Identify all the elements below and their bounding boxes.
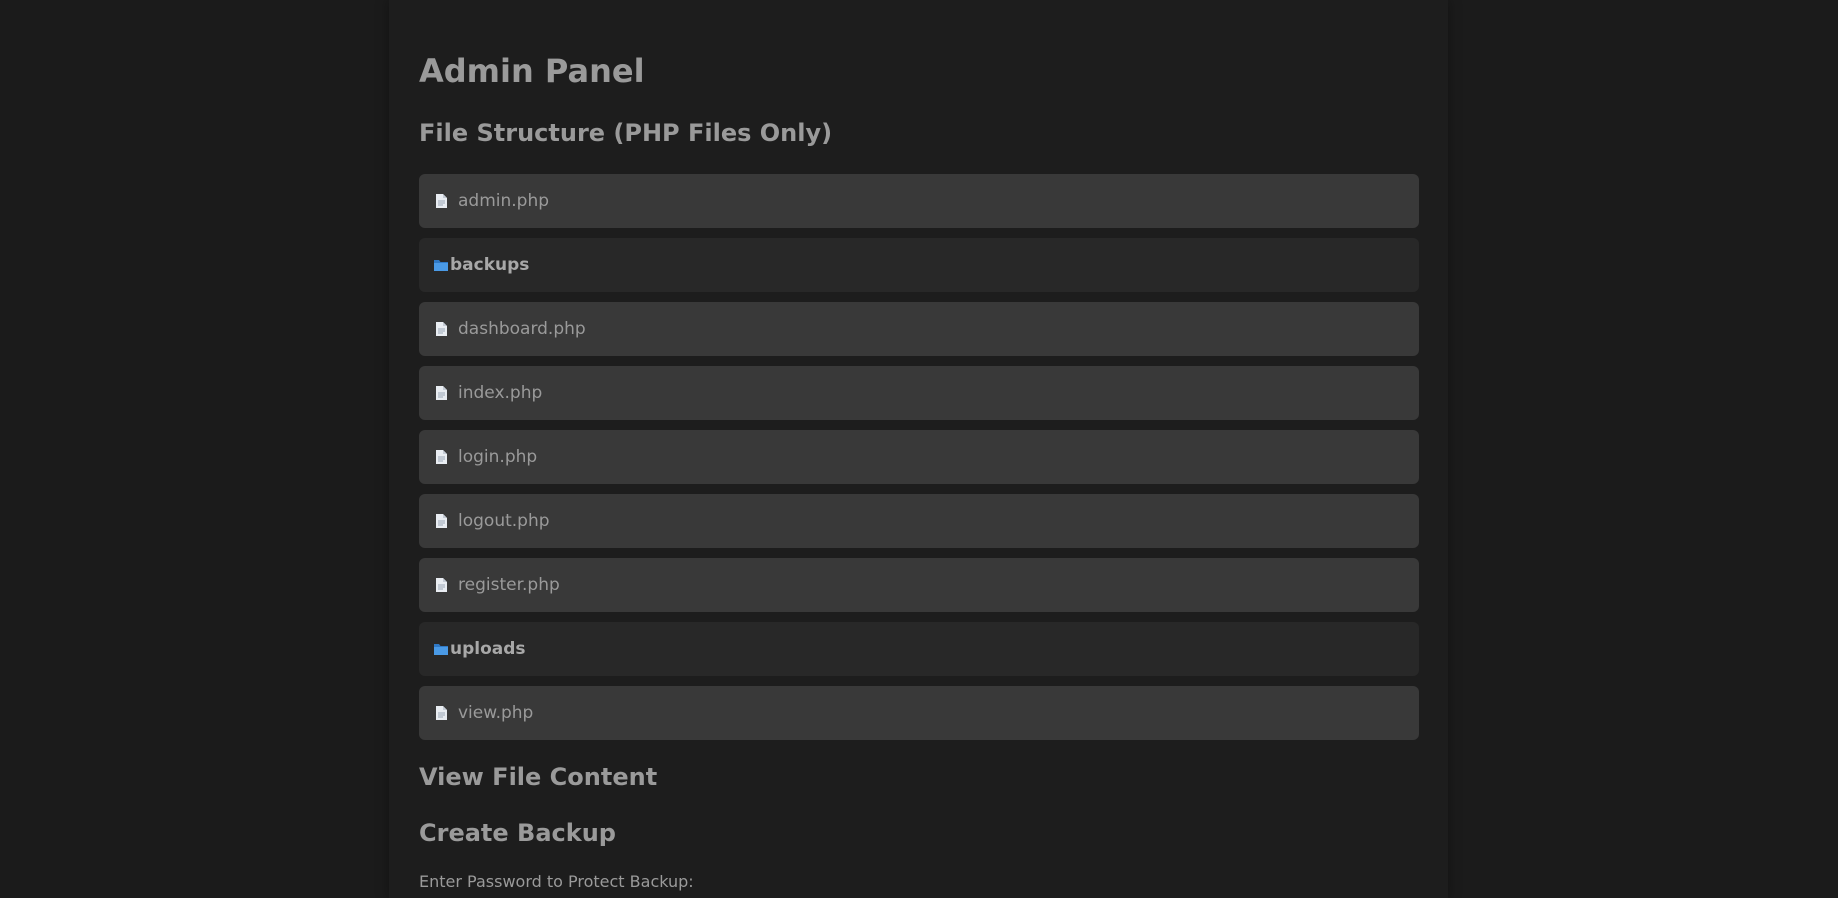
view-file-content-heading: View File Content <box>419 763 658 791</box>
folder-name: backups <box>450 255 530 275</box>
create-backup-heading: Create Backup <box>419 819 616 847</box>
file-item-login[interactable]: login.php <box>419 430 1419 484</box>
file-name: view.php <box>458 703 534 723</box>
file-name: login.php <box>458 447 538 467</box>
file-item-admin[interactable]: admin.php <box>419 174 1419 228</box>
file-name: admin.php <box>458 191 550 211</box>
file-icon <box>433 320 449 338</box>
file-icon <box>433 192 449 210</box>
file-name: register.php <box>458 575 560 595</box>
file-icon <box>433 704 449 722</box>
folder-icon <box>433 640 449 658</box>
page-title: Admin Panel <box>419 52 645 90</box>
backup-password-label: Enter Password to Protect Backup: <box>419 872 694 891</box>
file-structure-heading: File Structure (PHP Files Only) <box>419 119 833 147</box>
file-name: dashboard.php <box>458 319 586 339</box>
file-name: logout.php <box>458 511 550 531</box>
file-tree: admin.php backups dashboard.php index.ph… <box>419 174 1419 750</box>
file-item-logout[interactable]: logout.php <box>419 494 1419 548</box>
folder-name: uploads <box>450 639 526 659</box>
folder-item-uploads[interactable]: uploads <box>419 622 1419 676</box>
folder-icon <box>433 256 449 274</box>
admin-panel-container: Admin Panel File Structure (PHP Files On… <box>389 0 1448 898</box>
file-icon <box>433 576 449 594</box>
file-item-dashboard[interactable]: dashboard.php <box>419 302 1419 356</box>
folder-item-backups[interactable]: backups <box>419 238 1419 292</box>
file-icon <box>433 512 449 530</box>
file-icon <box>433 448 449 466</box>
file-item-view[interactable]: view.php <box>419 686 1419 740</box>
file-icon <box>433 384 449 402</box>
file-name: index.php <box>458 383 543 403</box>
file-item-register[interactable]: register.php <box>419 558 1419 612</box>
file-item-index[interactable]: index.php <box>419 366 1419 420</box>
